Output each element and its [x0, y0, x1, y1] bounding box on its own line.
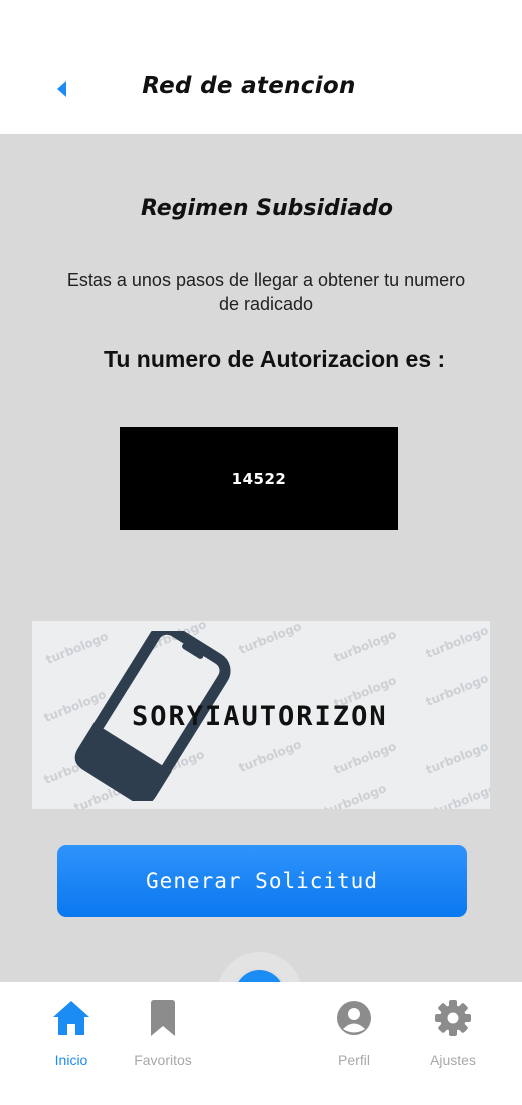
- watermark-text: turbologo: [423, 739, 490, 777]
- watermark-text: turbologo: [431, 781, 490, 809]
- page-title: Red de atencion: [142, 73, 356, 99]
- authorization-number-box: 14522: [120, 427, 398, 530]
- tab-label: Perfil: [338, 1052, 370, 1068]
- tab-perfil[interactable]: Perfil: [309, 982, 399, 1105]
- watermark-text: turbologo: [423, 623, 490, 661]
- tab-ajustes[interactable]: Ajustes: [408, 982, 498, 1105]
- main-content: Regimen Subsidiado Estas a unos pasos de…: [0, 134, 522, 982]
- tab-favoritos[interactable]: Favoritos: [118, 982, 208, 1105]
- authorization-label: Tu numero de Autorizacion es :: [104, 346, 446, 372]
- watermark-text: turbologo: [321, 781, 389, 809]
- generate-request-label: Generar Solicitud: [146, 869, 378, 893]
- app-header: Red de atencion: [0, 0, 522, 134]
- logo-banner: turbologo turbologo turbologo turbologo …: [32, 621, 490, 809]
- watermark-text: turbologo: [236, 737, 304, 775]
- section-title: Regimen Subsidiado: [140, 196, 394, 221]
- gear-icon: [435, 1000, 471, 1036]
- home-icon: [53, 1001, 89, 1035]
- tab-label: Inicio: [54, 1052, 88, 1068]
- generate-request-button[interactable]: Generar Solicitud: [57, 845, 467, 917]
- watermark-text: turbologo: [331, 739, 399, 777]
- bookmark-icon: [151, 1000, 175, 1036]
- watermark-text: turbologo: [236, 621, 304, 657]
- watermark-text: turbologo: [331, 627, 399, 665]
- user-icon: [337, 1001, 371, 1035]
- logo-text: SORYIAUTORIZON: [132, 701, 388, 732]
- tab-label: Ajustes: [430, 1052, 476, 1068]
- bottom-tab-bar: Inicio Favoritos Perfil Ajustes: [0, 982, 522, 1105]
- tab-inicio[interactable]: Inicio: [26, 982, 116, 1105]
- tab-label: Favoritos: [134, 1052, 192, 1068]
- watermark-text: turbologo: [423, 671, 490, 709]
- authorization-number: 14522: [231, 469, 287, 488]
- intro-text: Estas a unos pasos de llegar a obtener t…: [66, 270, 466, 314]
